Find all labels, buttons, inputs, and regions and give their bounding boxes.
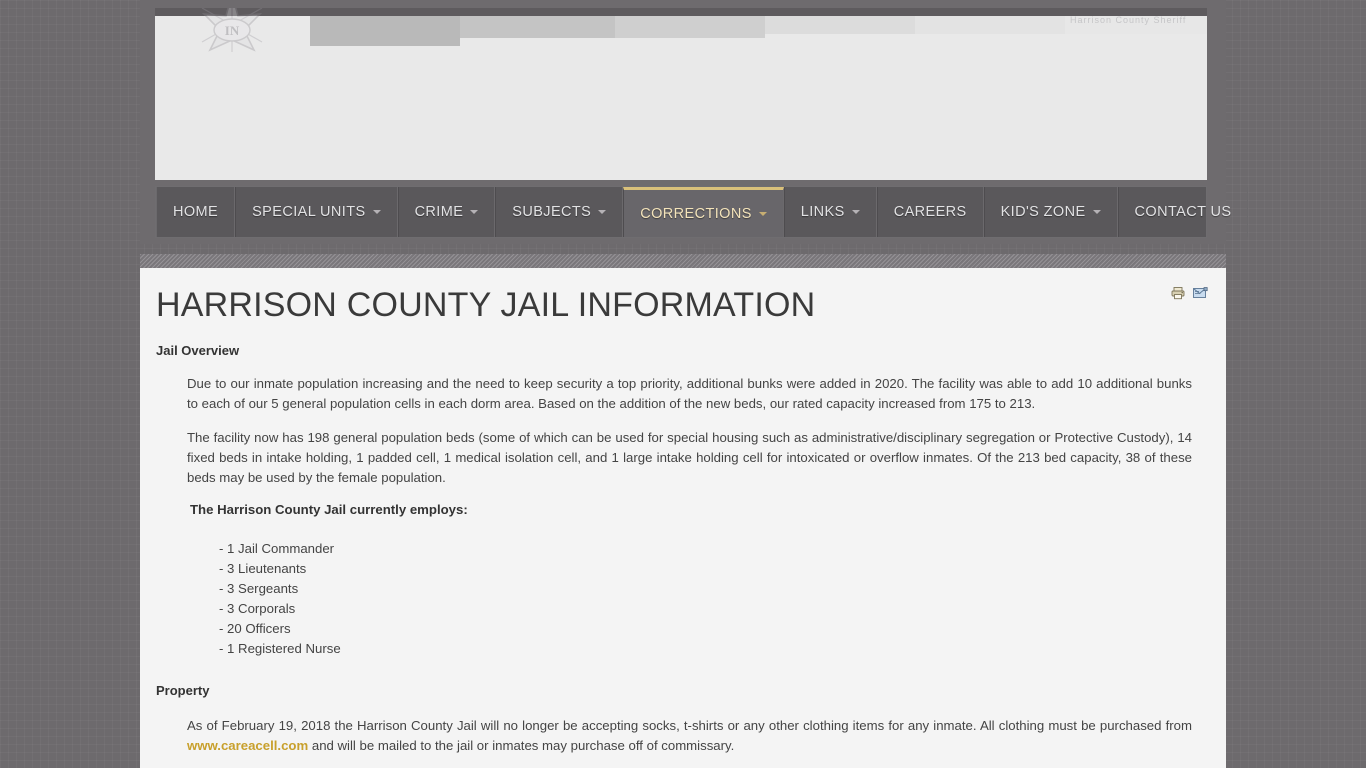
site-header: IN Harrison County Sheriff HOME SPECIAL U… [140, 0, 1249, 244]
chevron-down-icon [470, 210, 479, 214]
email-icon[interactable] [1193, 286, 1208, 300]
nav-item-label: CORRECTIONS [640, 205, 752, 222]
nav-item-links[interactable]: LINKS [783, 187, 877, 237]
staff-list-item: - 3 Sergeants [219, 581, 299, 597]
banner-top-strip [155, 8, 1207, 16]
property-text-after-link: and will be mailed to the jail or inmate… [308, 738, 735, 754]
article-content: HARRISON COUNTY JAIL INFORMATION Jail Ov… [140, 268, 1226, 768]
badge-label: IN [225, 23, 240, 38]
banner-placeholder-block [460, 16, 615, 38]
nav-item-label: HOME [173, 204, 219, 220]
paragraph-capacity-increase: Due to our inmate population increasing … [187, 376, 1192, 412]
property-text-before-link: As of February 19, 2018 the Harrison Cou… [187, 718, 1192, 734]
banner-placeholder-block [615, 16, 765, 38]
staff-list: - 1 Jail Commander - 3 Lieutenants - 3 Ser… [156, 539, 1196, 659]
article-action-bar [1171, 286, 1208, 300]
nav-item-subjects[interactable]: SUBJECTS [495, 187, 624, 237]
main-navigation: HOME SPECIAL UNITS CRIME SUBJECTS CORRECTION… [155, 186, 1249, 238]
chevron-down-icon [758, 211, 767, 216]
nav-item-label: SPECIAL UNITS [252, 204, 366, 220]
chevron-down-icon [1092, 210, 1101, 214]
page-title: HARRISON COUNTY JAIL INFORMATION [156, 286, 816, 324]
employs-heading: The Harrison County Jail currently emplo… [190, 502, 468, 518]
nav-item-label: KID'S ZONE [1000, 204, 1086, 220]
banner-placeholder-block [310, 16, 460, 46]
section-heading-property: Property [156, 683, 210, 699]
nav-item-corrections[interactable]: CORRECTIONS [623, 187, 784, 237]
staff-list-item: - 3 Lieutenants [219, 561, 307, 577]
paragraph-property-policy: As of February 19, 2018 the Harrison Cou… [156, 716, 1196, 756]
staff-list-item: - 20 Officers [219, 621, 291, 637]
nav-item-special-units[interactable]: SPECIAL UNITS [235, 187, 398, 237]
hatch-divider [140, 254, 1226, 268]
nav-item-home[interactable]: HOME [156, 187, 236, 237]
paragraph-bed-breakdown: The facility now has 198 general populat… [187, 430, 1192, 486]
chevron-down-icon [851, 210, 860, 214]
nav-list: HOME SPECIAL UNITS CRIME SUBJECTS CORRECTION… [156, 187, 1249, 237]
careacell-link[interactable]: www.careacell.com [187, 738, 308, 753]
header-banner-image: IN Harrison County Sheriff [155, 8, 1207, 180]
nav-item-crime[interactable]: CRIME [397, 187, 496, 237]
sheriff-star-badge-icon: IN [155, 8, 310, 53]
nav-item-label: LINKS [800, 204, 845, 220]
banner-ghost-text: Harrison County Sheriff [1070, 15, 1187, 25]
nav-item-label: CAREERS [893, 204, 967, 220]
nav-item-label: CRIME [414, 204, 464, 220]
print-icon[interactable] [1171, 286, 1185, 300]
nav-item-contact-us[interactable]: CONTACT US [1117, 187, 1249, 237]
staff-list-item: - 1 Jail Commander [219, 541, 335, 557]
chevron-down-icon [598, 210, 607, 214]
nav-item-label: CONTACT US [1134, 204, 1232, 220]
banner-placeholder-block [765, 16, 915, 34]
nav-item-careers[interactable]: CAREERS [876, 187, 984, 237]
banner-placeholder-block [915, 16, 1065, 34]
section-heading-jail-overview: Jail Overview [156, 343, 240, 359]
chevron-down-icon [372, 210, 381, 214]
staff-list-item: - 1 Registered Nurse [219, 641, 341, 657]
staff-list-item: - 3 Corporals [219, 601, 296, 617]
nav-item-kid-s-zone[interactable]: KID'S ZONE [983, 187, 1118, 237]
nav-item-label: SUBJECTS [512, 204, 592, 220]
